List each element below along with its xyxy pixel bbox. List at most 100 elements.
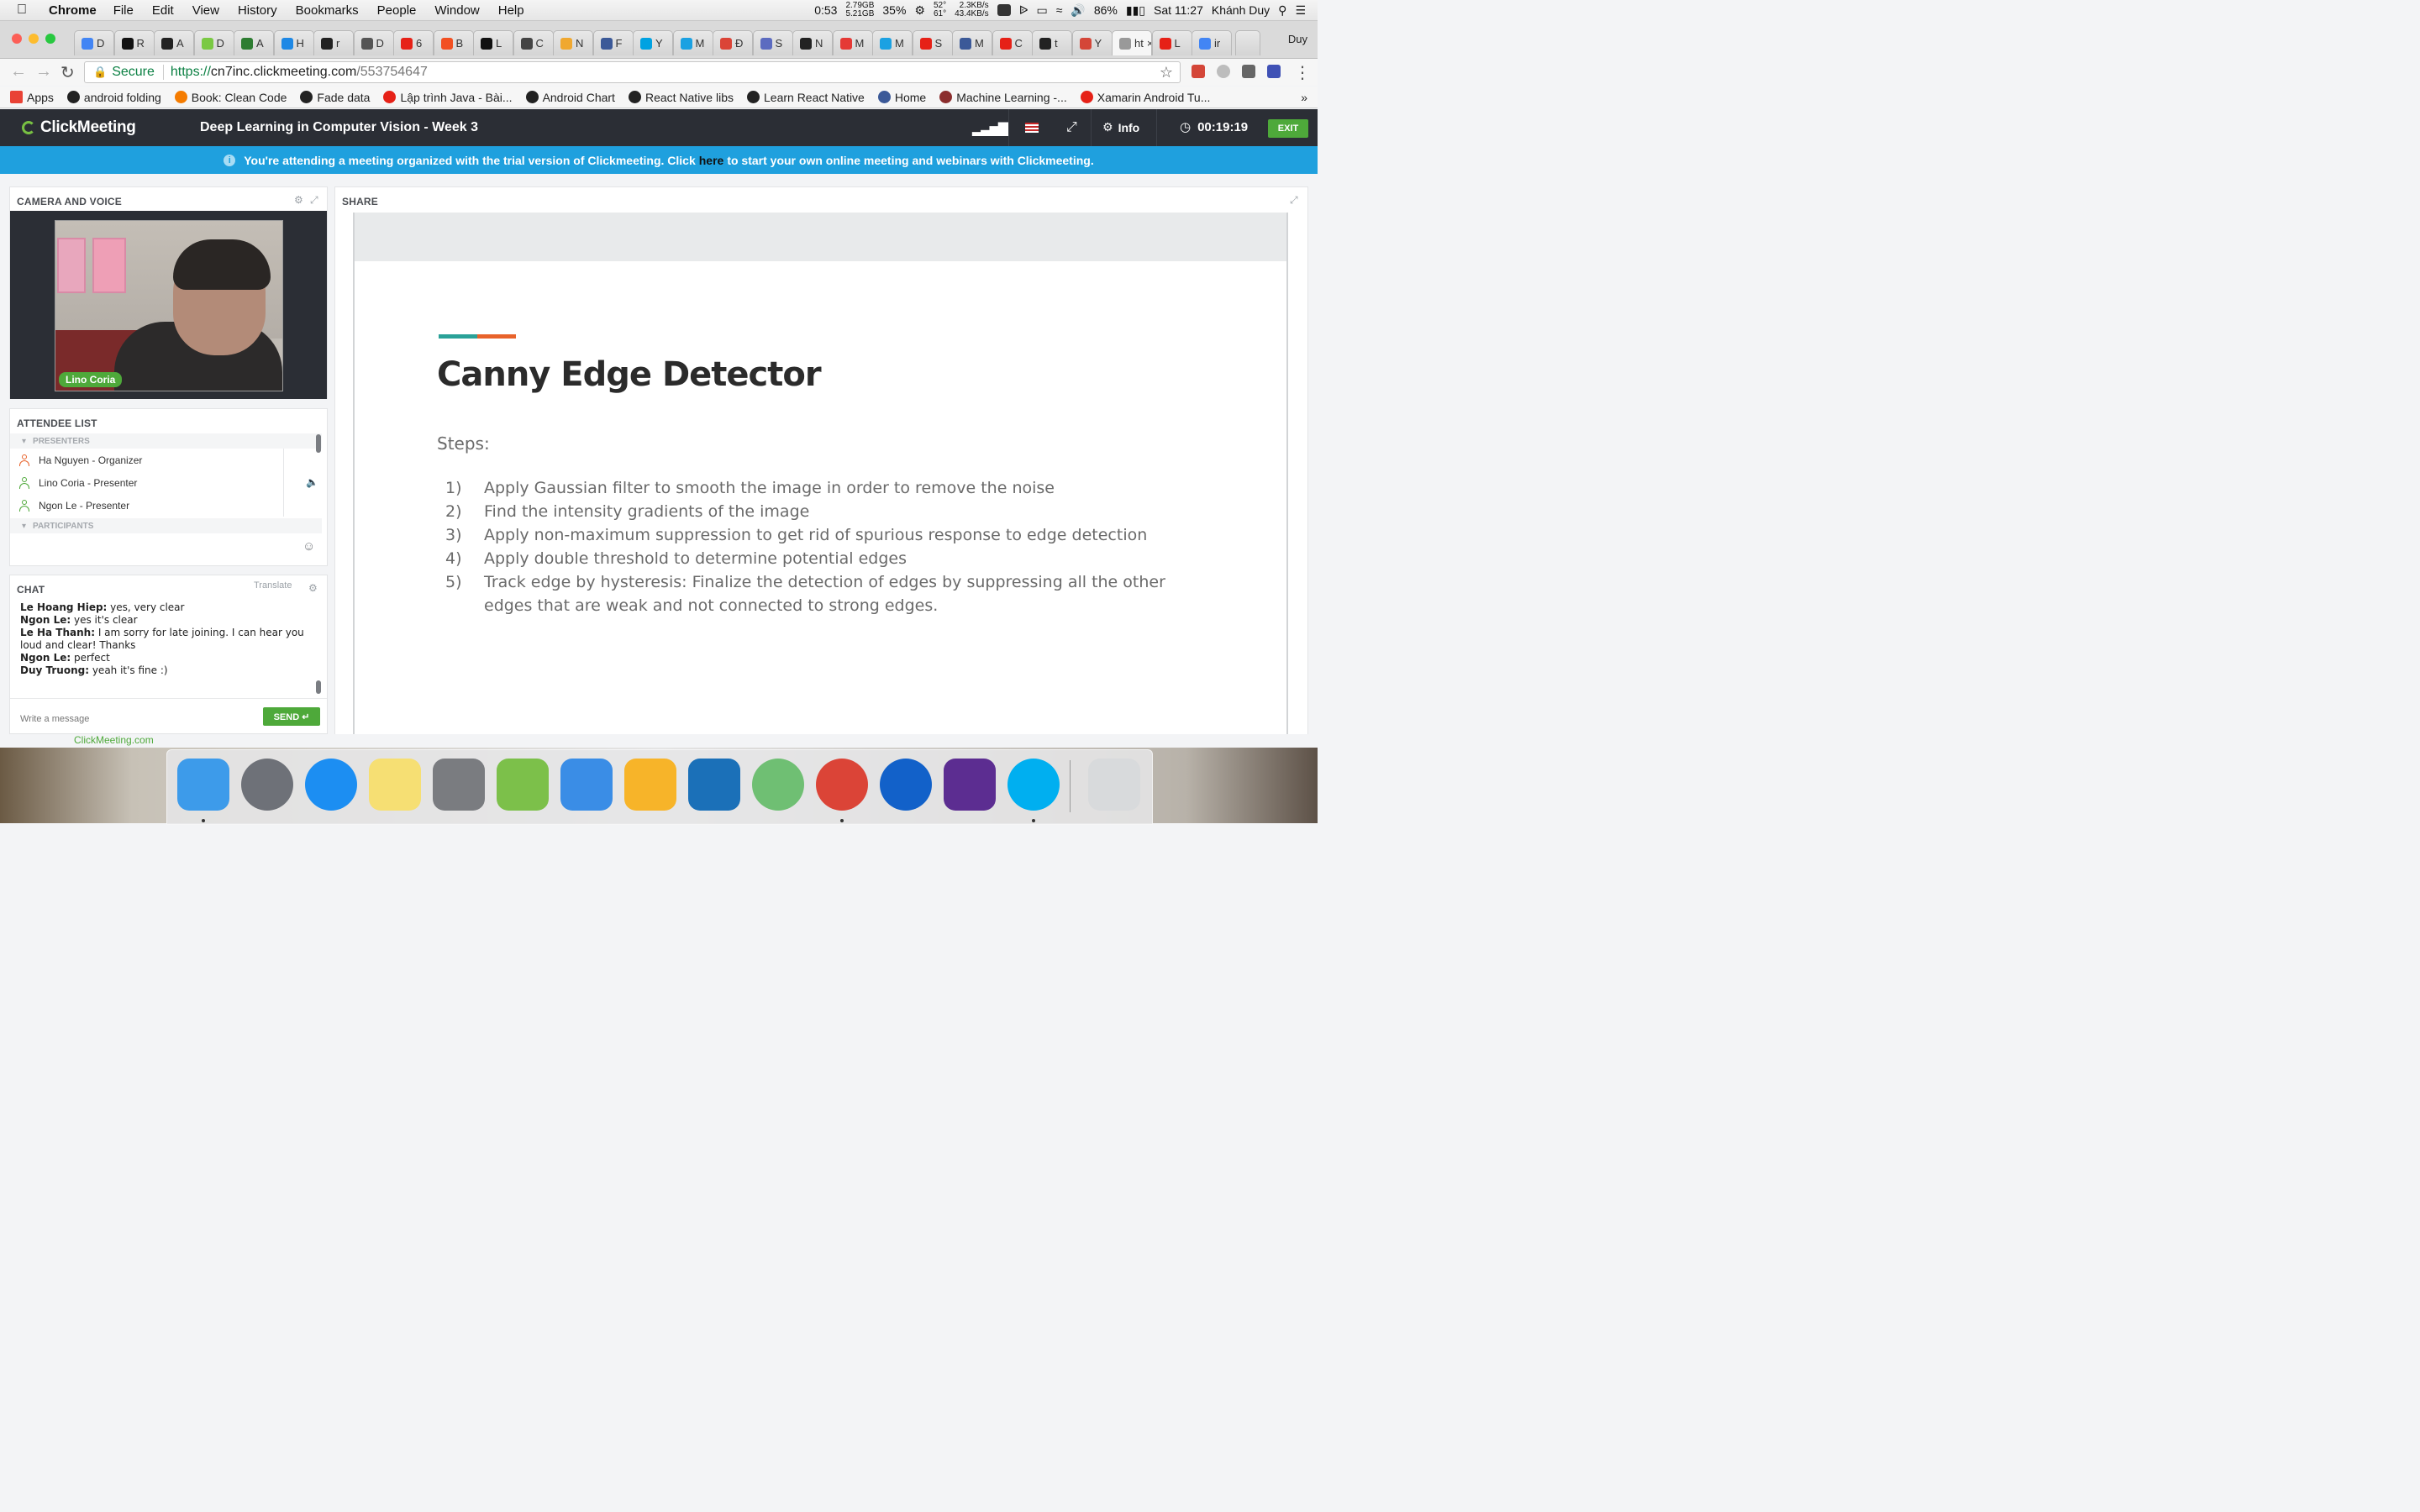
bookmark-item[interactable]: android folding: [66, 91, 161, 104]
tab[interactable]: C: [513, 30, 554, 55]
tab[interactable]: ir: [1192, 30, 1232, 55]
itunes-icon[interactable]: [305, 759, 357, 811]
app-menu[interactable]: Chrome: [49, 3, 97, 18]
tab[interactable]: L: [473, 30, 513, 55]
menu-file[interactable]: File: [113, 3, 134, 18]
network-stats[interactable]: 2.3KB/s 43.4KB/s: [955, 2, 989, 18]
tab[interactable]: M: [872, 30, 913, 55]
wifi-icon[interactable]: ≈: [1056, 3, 1063, 17]
launchpad-icon[interactable]: [241, 759, 293, 811]
tab[interactable]: H: [273, 30, 314, 55]
tab[interactable]: N: [792, 30, 833, 55]
chat-settings-gear-icon[interactable]: ⚙: [308, 582, 318, 594]
lock-icon[interactable]: 🔒: [93, 66, 107, 79]
visual-studio-icon[interactable]: [944, 759, 996, 811]
spotlight-search-icon[interactable]: ⚲: [1278, 3, 1286, 18]
notes-icon[interactable]: [369, 759, 421, 811]
attendee-row[interactable]: Ha Nguyen - Organizer: [10, 449, 283, 471]
maximize-window-button[interactable]: [45, 34, 55, 44]
tab[interactable]: F: [592, 30, 634, 55]
temperature-stats[interactable]: 52° 61°: [934, 2, 946, 18]
menu-view[interactable]: View: [192, 3, 219, 18]
address-bar[interactable]: 🔒 Secure https://cn7inc.clickmeeting.com…: [84, 61, 1181, 83]
tab[interactable]: Y: [1071, 30, 1113, 55]
chat-scrollbar[interactable]: [316, 680, 321, 694]
us-flag-icon[interactable]: [1025, 123, 1039, 133]
bookmark-item[interactable]: React Native libs: [628, 91, 734, 104]
bookmark-item[interactable]: Lập trình Java - Bài...: [383, 91, 513, 104]
tab[interactable]: D: [193, 30, 234, 55]
tab[interactable]: A: [154, 30, 194, 55]
menu-bookmarks[interactable]: Bookmarks: [296, 3, 359, 18]
tab[interactable]: S: [752, 30, 793, 55]
atom-icon[interactable]: [752, 759, 804, 811]
exit-button[interactable]: EXIT: [1268, 119, 1308, 138]
close-tab-icon[interactable]: ×: [1147, 37, 1151, 50]
forward-arrow-icon[interactable]: →: [35, 62, 52, 81]
close-window-button[interactable]: [12, 34, 22, 44]
d-extension-icon[interactable]: [1267, 65, 1281, 78]
bookmark-item[interactable]: Book: Clean Code: [174, 91, 287, 104]
fullscreen-icon[interactable]: ⤢: [1066, 120, 1077, 135]
bookmark-item[interactable]: Home: [877, 91, 926, 104]
tab[interactable]: B: [433, 30, 474, 55]
smiley-icon[interactable]: ☺: [302, 539, 315, 554]
bookmark-item[interactable]: Fade data: [300, 91, 370, 104]
bookmark-item[interactable]: Learn React Native: [747, 91, 865, 104]
memory-stats[interactable]: 2.79GB 5.21GB: [845, 2, 874, 18]
vmware-icon[interactable]: [688, 759, 740, 811]
clickmeeting-footer-link[interactable]: ClickMeeting.com: [74, 734, 154, 746]
finder-icon[interactable]: [177, 759, 229, 811]
menu-people[interactable]: People: [377, 3, 417, 18]
participants-section-header[interactable]: ▾ PARTICIPANTS: [10, 518, 322, 533]
tab[interactable]: D: [74, 30, 114, 55]
tab[interactable]: r: [313, 30, 354, 55]
user-menu[interactable]: Khánh Duy: [1212, 3, 1270, 17]
attendee-row[interactable]: Ngon Le - Presenter: [10, 494, 283, 517]
send-button[interactable]: SEND ↵: [263, 707, 320, 726]
tab[interactable]: M: [952, 30, 992, 55]
volume-icon[interactable]: 🔊: [1071, 3, 1085, 18]
minimize-window-button[interactable]: [29, 34, 39, 44]
sketch-icon[interactable]: [624, 759, 676, 811]
lightbulb-extension-icon[interactable]: [1242, 65, 1255, 78]
tab[interactable]: Đ: [713, 30, 753, 55]
back-arrow-icon[interactable]: ←: [10, 62, 27, 81]
display-icon[interactable]: [997, 4, 1011, 16]
chrome-menu-icon[interactable]: ⋮: [1294, 62, 1311, 83]
presenters-section-header[interactable]: ▾ PRESENTERS: [10, 433, 322, 449]
menu-help[interactable]: Help: [498, 3, 524, 18]
system-preferences-icon[interactable]: [433, 759, 485, 811]
expand-icon[interactable]: ⤢: [1290, 194, 1298, 207]
extension-icon[interactable]: [1217, 65, 1230, 78]
more-bookmarks-icon[interactable]: »: [1301, 91, 1307, 104]
apple-menu-icon[interactable]: : [17, 3, 35, 18]
clock[interactable]: Sat 11:27: [1154, 3, 1203, 17]
trash-icon[interactable]: [1088, 759, 1140, 811]
reload-icon[interactable]: ↻: [60, 62, 75, 83]
bluetooth-icon[interactable]: ᐉ: [1019, 3, 1028, 18]
gear-icon[interactable]: ⚙: [914, 3, 925, 18]
attendee-scrollbar[interactable]: [316, 434, 321, 453]
skype-icon[interactable]: [1007, 759, 1060, 811]
battery-icon[interactable]: ▮▮▯: [1126, 3, 1145, 18]
signal-strength-icon[interactable]: ▂▃▅▇: [972, 120, 1008, 137]
apps-shortcut[interactable]: Apps: [10, 91, 54, 104]
expand-icon[interactable]: ⤢: [310, 194, 318, 207]
android-studio-icon[interactable]: [497, 759, 549, 811]
profile-button[interactable]: Duy: [1288, 33, 1307, 45]
tab[interactable]: A: [234, 30, 274, 55]
attendee-row[interactable]: Lino Coria - Presenter: [10, 471, 283, 494]
sourcetree-icon[interactable]: [880, 759, 932, 811]
tab[interactable]: C: [992, 30, 1033, 55]
xcode-icon[interactable]: [560, 759, 613, 811]
tab[interactable]: R: [113, 30, 155, 55]
menu-window[interactable]: Window: [434, 3, 479, 18]
cpu-usage[interactable]: 35%: [882, 3, 906, 17]
new-tab-button[interactable]: [1234, 30, 1260, 55]
tab[interactable]: N: [553, 30, 593, 55]
gmail-extension-icon[interactable]: [1192, 65, 1205, 78]
tab[interactable]: L: [1151, 30, 1192, 55]
tab-active[interactable]: ht×: [1112, 30, 1152, 55]
tab[interactable]: Y: [633, 30, 673, 55]
